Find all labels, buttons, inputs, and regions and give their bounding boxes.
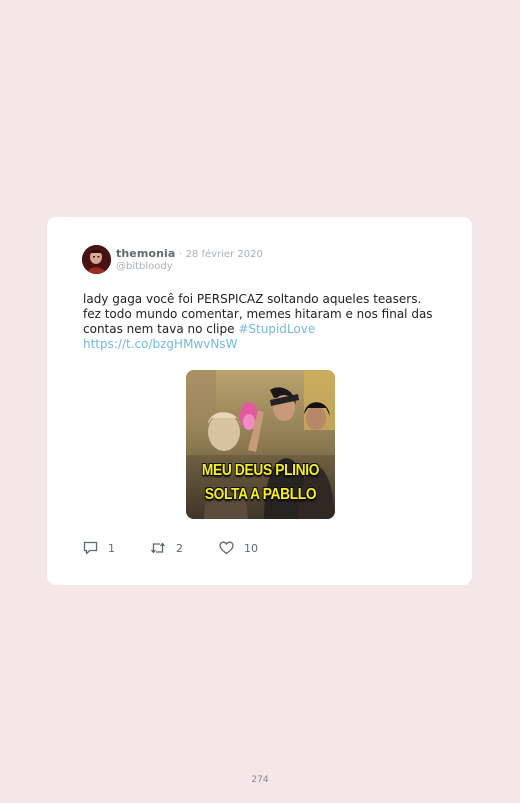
meme-caption-line-1: MEU DEUS PLINIO [201, 462, 320, 479]
tweet-date[interactable]: 28 février 2020 [186, 249, 263, 260]
retweet-icon [150, 541, 166, 555]
tweet-text: lady gaga você foi PERSPICAZ soltando aq… [83, 292, 443, 352]
like-button[interactable]: 10 [219, 540, 258, 556]
retweet-count: 2 [176, 541, 183, 555]
avatar-image [82, 245, 111, 274]
reply-button[interactable]: 1 [83, 540, 115, 556]
tweet-text-line-3-text: contas nem tava no clipe [83, 322, 239, 336]
meme-caption-line-2: SOLTA A PABLLO [204, 486, 317, 503]
user-line: themonia · 28 février 2020 [116, 247, 263, 261]
tweet-media-gif[interactable]: MEU DEUS PLINIO SOLTA A PABLLO [186, 370, 335, 519]
tweet-text-line-2: fez todo mundo comentar, memes hitaram e… [83, 307, 433, 321]
tweet-text-line-3: contas nem tava no clipe #StupidLove [83, 322, 443, 337]
page-number: 274 [251, 775, 269, 785]
heart-icon [219, 541, 234, 555]
reply-icon [83, 541, 98, 555]
reply-count: 1 [108, 541, 115, 555]
retweet-button[interactable]: 2 [150, 540, 183, 556]
display-name[interactable]: themonia [116, 247, 175, 260]
hashtag-link[interactable]: #StupidLove [238, 322, 315, 336]
tweet-card: themonia · 28 février 2020 @bitbloody la… [47, 217, 472, 585]
avatar[interactable] [82, 245, 111, 274]
tweet-url-link[interactable]: https://t.co/bzgHMwvNsW [83, 337, 443, 352]
tweet-actions: 1 2 10 [83, 540, 333, 556]
user-handle[interactable]: @bitbloody [116, 261, 173, 273]
tweet-text-line-1: lady gaga você foi PERSPICAZ soltando aq… [83, 292, 422, 306]
separator-dot: · [178, 249, 183, 260]
like-count: 10 [244, 541, 258, 555]
